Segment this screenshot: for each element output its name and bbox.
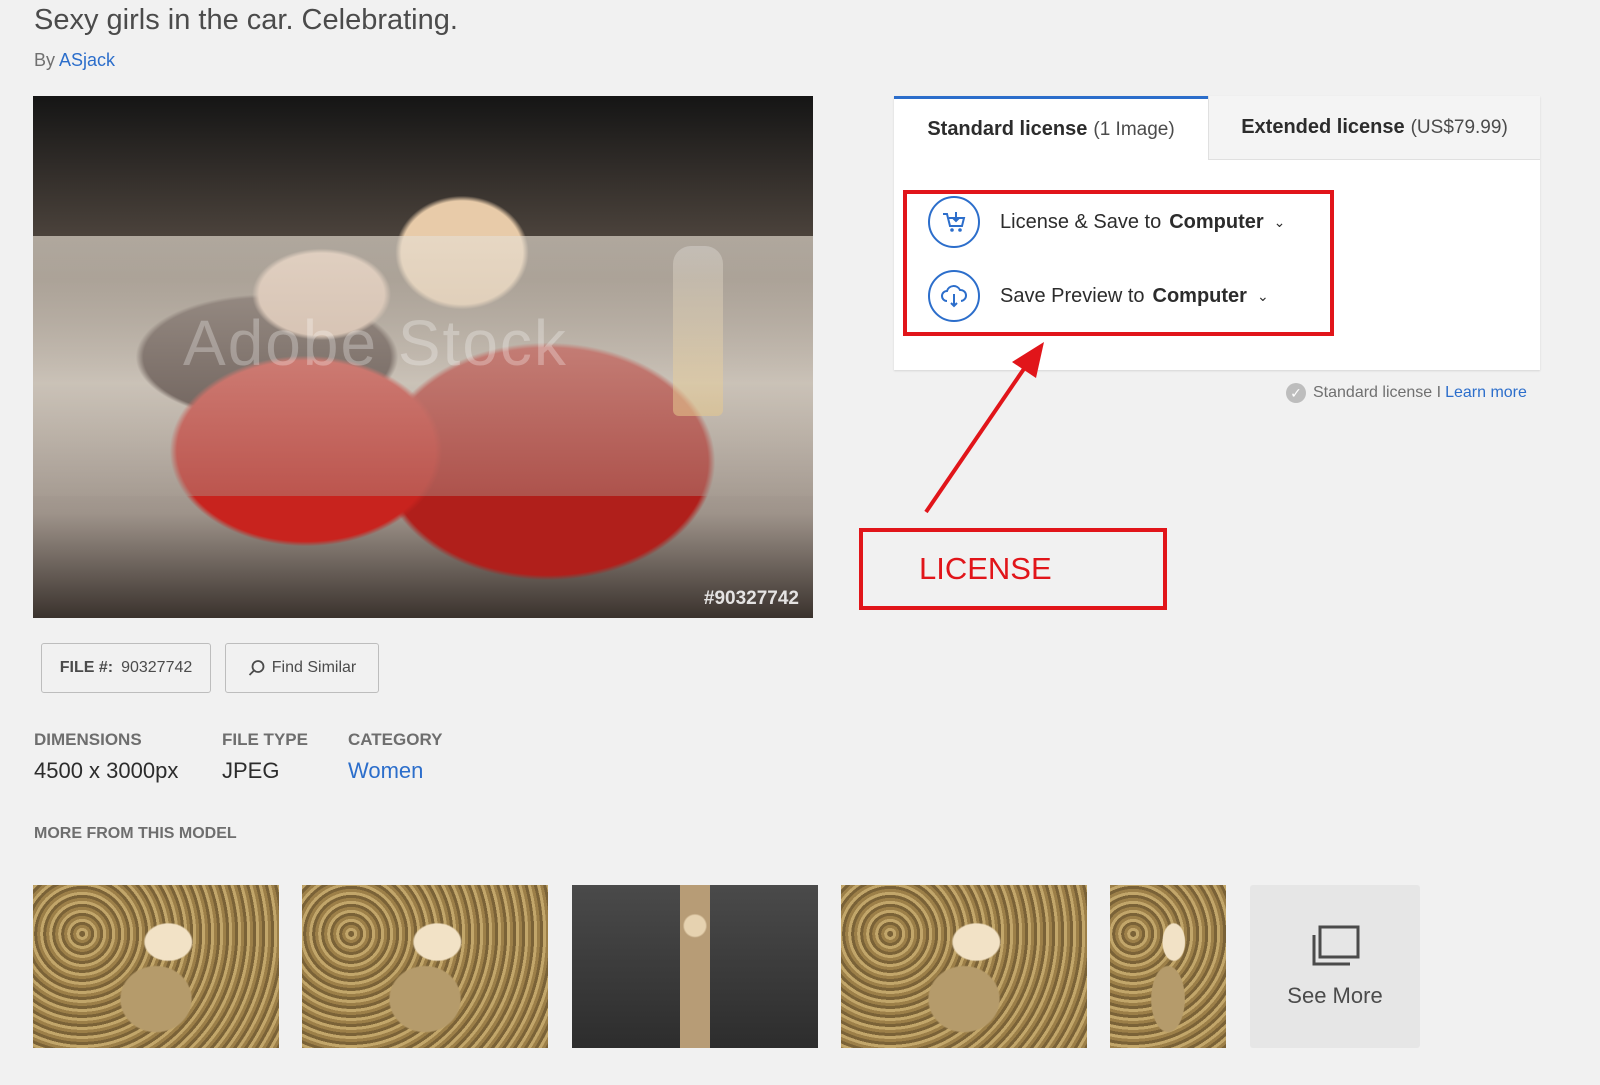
license-annotation-label: LICENSE: [859, 528, 1167, 610]
annotation-arrow: [924, 342, 1044, 514]
